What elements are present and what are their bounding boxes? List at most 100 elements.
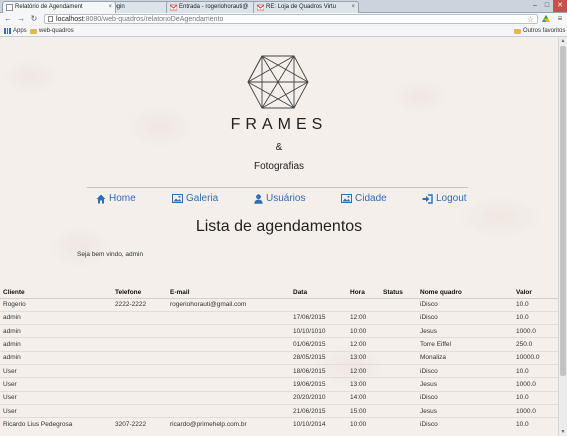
- home-icon: [96, 194, 106, 203]
- bookmark-web-quadros[interactable]: web-quadros: [30, 26, 74, 36]
- page-icon: [6, 4, 13, 11]
- table-row: User 19/06/2015 13:00 Jesus 1000.0: [0, 377, 558, 392]
- table-cell: 1000.0: [513, 324, 558, 338]
- nav-galeria[interactable]: Galeria: [172, 193, 218, 204]
- appointments-table: Cliente Telefone E-mail Data Hora Status…: [0, 287, 558, 431]
- scroll-down-icon[interactable]: ▼: [559, 428, 567, 436]
- bookmark-apps-label: Apps: [13, 28, 27, 34]
- nav-cidade-label: Cidade: [355, 193, 387, 204]
- table-cell: iDisco: [417, 417, 513, 431]
- table-cell: [167, 363, 290, 378]
- tab-title: RE: Loja de Quadros Virtu: [266, 4, 336, 10]
- table-cell: [112, 310, 167, 325]
- table-cell: 17/06/2015: [290, 310, 347, 325]
- table-row: User 21/06/2015 15:00 Jesus 1000.0: [0, 403, 558, 418]
- table-cell: 18/06/2015: [290, 363, 347, 378]
- bookmark-outros-favoritos[interactable]: Outros favoritos: [514, 26, 565, 36]
- table-cell: 19/06/2015: [290, 377, 347, 392]
- table-cell: 250.0: [513, 337, 558, 352]
- scroll-up-icon[interactable]: ▲: [559, 37, 567, 45]
- close-window-icon[interactable]: ✕: [553, 0, 567, 12]
- table-cell: [167, 403, 290, 418]
- nav-logout-label: Logout: [436, 193, 467, 204]
- table-cell: [112, 363, 167, 378]
- maximize-icon[interactable]: □: [541, 0, 553, 12]
- table-cell: Ricardo Lius Pedegrosa: [0, 417, 112, 431]
- table-cell: [380, 377, 417, 392]
- table-cell: [380, 417, 417, 431]
- table-cell: 10/10/2014: [290, 417, 347, 431]
- table-cell: [167, 377, 290, 392]
- forward-icon[interactable]: →: [16, 14, 26, 24]
- tab-close-icon[interactable]: ×: [108, 2, 112, 13]
- table-cell: User: [0, 363, 112, 378]
- nav-logout[interactable]: Logout: [422, 193, 467, 204]
- bookmark-other-label: Outros favoritos: [523, 28, 566, 34]
- nav-galeria-label: Galeria: [186, 193, 219, 204]
- nav-home[interactable]: Home: [96, 193, 136, 204]
- table-cell: iDisco: [417, 390, 513, 405]
- table-row: admin 17/06/2015 12:00 iDisco 10.0: [0, 310, 558, 325]
- table-cell: ricardo@primehelp.com.br: [167, 417, 290, 431]
- apps-icon: [4, 28, 11, 34]
- table-cell: 10.0: [513, 363, 558, 378]
- gmail-icon: [170, 4, 177, 11]
- table-row: admin 10/10/1010 10:00 Jesus 1000.0: [0, 324, 558, 338]
- column-header: Status: [380, 287, 417, 299]
- brand-subtitle: Fotografias: [253, 161, 305, 172]
- table-cell: 12:00: [347, 337, 380, 352]
- table-cell: [112, 390, 167, 405]
- tab-title: Relatório de Agendament: [15, 4, 83, 10]
- table-cell: 20/20/2010: [290, 390, 347, 405]
- minimize-icon[interactable]: –: [529, 0, 541, 12]
- page-info-icon[interactable]: [48, 16, 53, 22]
- table-cell: 14:00: [347, 390, 380, 405]
- table-row: admin 28/05/2015 13:00 Monaliza 10000.0: [0, 350, 558, 365]
- table-cell: [380, 390, 417, 405]
- address-bar[interactable]: localhost:8080/web-quadros/relatorioDeAg…: [44, 14, 538, 24]
- back-icon[interactable]: ←: [3, 14, 13, 24]
- table-cell: [167, 390, 290, 405]
- table-cell: 12:00: [347, 363, 380, 378]
- nav-cidade[interactable]: Cidade: [341, 193, 387, 204]
- table-cell: [380, 363, 417, 378]
- drive-extension-icon[interactable]: [542, 15, 550, 23]
- table-cell: Torre Eiffel: [417, 337, 513, 352]
- table-cell: [112, 350, 167, 365]
- table-cell: 10000.0: [513, 350, 558, 365]
- table-cell: 13:00: [347, 377, 380, 392]
- column-header: Cliente: [0, 287, 112, 299]
- logout-icon: [422, 193, 433, 204]
- bookmark-apps[interactable]: Apps: [4, 26, 27, 36]
- menu-icon[interactable]: ≡: [555, 14, 565, 24]
- tab-close-icon[interactable]: ×: [351, 2, 355, 13]
- table-cell: Jesus: [417, 377, 513, 392]
- tab-relatorio[interactable]: Relatório de Agendament ×: [2, 1, 116, 13]
- user-icon: [254, 193, 263, 204]
- table-cell: [347, 297, 380, 312]
- table-cell: 01/06/2015: [290, 337, 347, 352]
- scrollbar-thumb[interactable]: [560, 46, 566, 376]
- table-cell: 1000.0: [513, 403, 558, 418]
- bookmarks-bar: Apps web-quadros Outros favoritos: [0, 26, 567, 37]
- brand-title: FRAMES: [230, 116, 328, 133]
- table-cell: 10.0: [513, 297, 558, 312]
- picture-icon: [172, 194, 183, 203]
- bookmark-star-icon[interactable]: ☆: [527, 15, 534, 24]
- table-cell: 1000.0: [513, 377, 558, 392]
- reload-icon[interactable]: ↻: [29, 14, 39, 24]
- nav-usuarios[interactable]: Usuários: [254, 193, 305, 204]
- table-cell: rogeriohorauti@gmail.com: [167, 297, 290, 312]
- table-cell: 10:00: [347, 324, 380, 338]
- column-header: Valor: [513, 287, 558, 299]
- url-text: localhost:8080/web-quadros/relatorioDeAg…: [56, 15, 223, 24]
- table-row: User 18/06/2015 12:00 iDisco 10.0: [0, 363, 558, 378]
- nav-divider: [87, 187, 468, 188]
- nav-usuarios-label: Usuários: [266, 193, 306, 204]
- table-cell: [167, 350, 290, 365]
- table-cell: iDisco: [417, 310, 513, 325]
- page-scrollbar[interactable]: ▲ ▼: [558, 37, 567, 436]
- table-cell: [167, 337, 290, 352]
- window-controls: – □ ✕: [529, 0, 567, 12]
- tab-gmail-loja[interactable]: RE: Loja de Quadros Virtu ×: [253, 1, 359, 13]
